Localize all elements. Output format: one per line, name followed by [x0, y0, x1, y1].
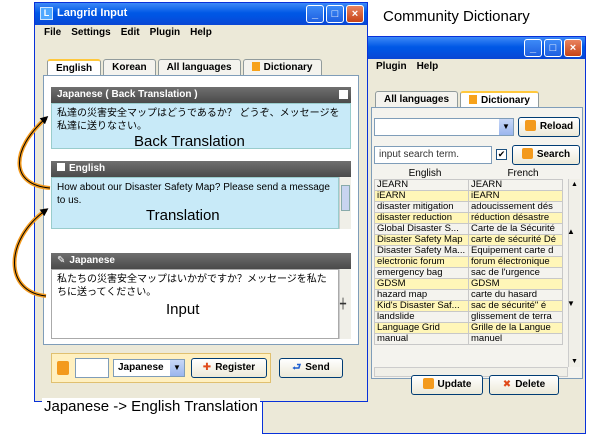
caption-back-translation: Back Translation: [134, 133, 245, 150]
caption-translation: Translation: [146, 207, 220, 224]
caption-bottom: Japanese -> English Translation: [42, 398, 260, 415]
annotation-arrows: [12, 116, 51, 298]
caption-input: Input: [166, 301, 200, 318]
translation-arrow: [12, 208, 48, 298]
